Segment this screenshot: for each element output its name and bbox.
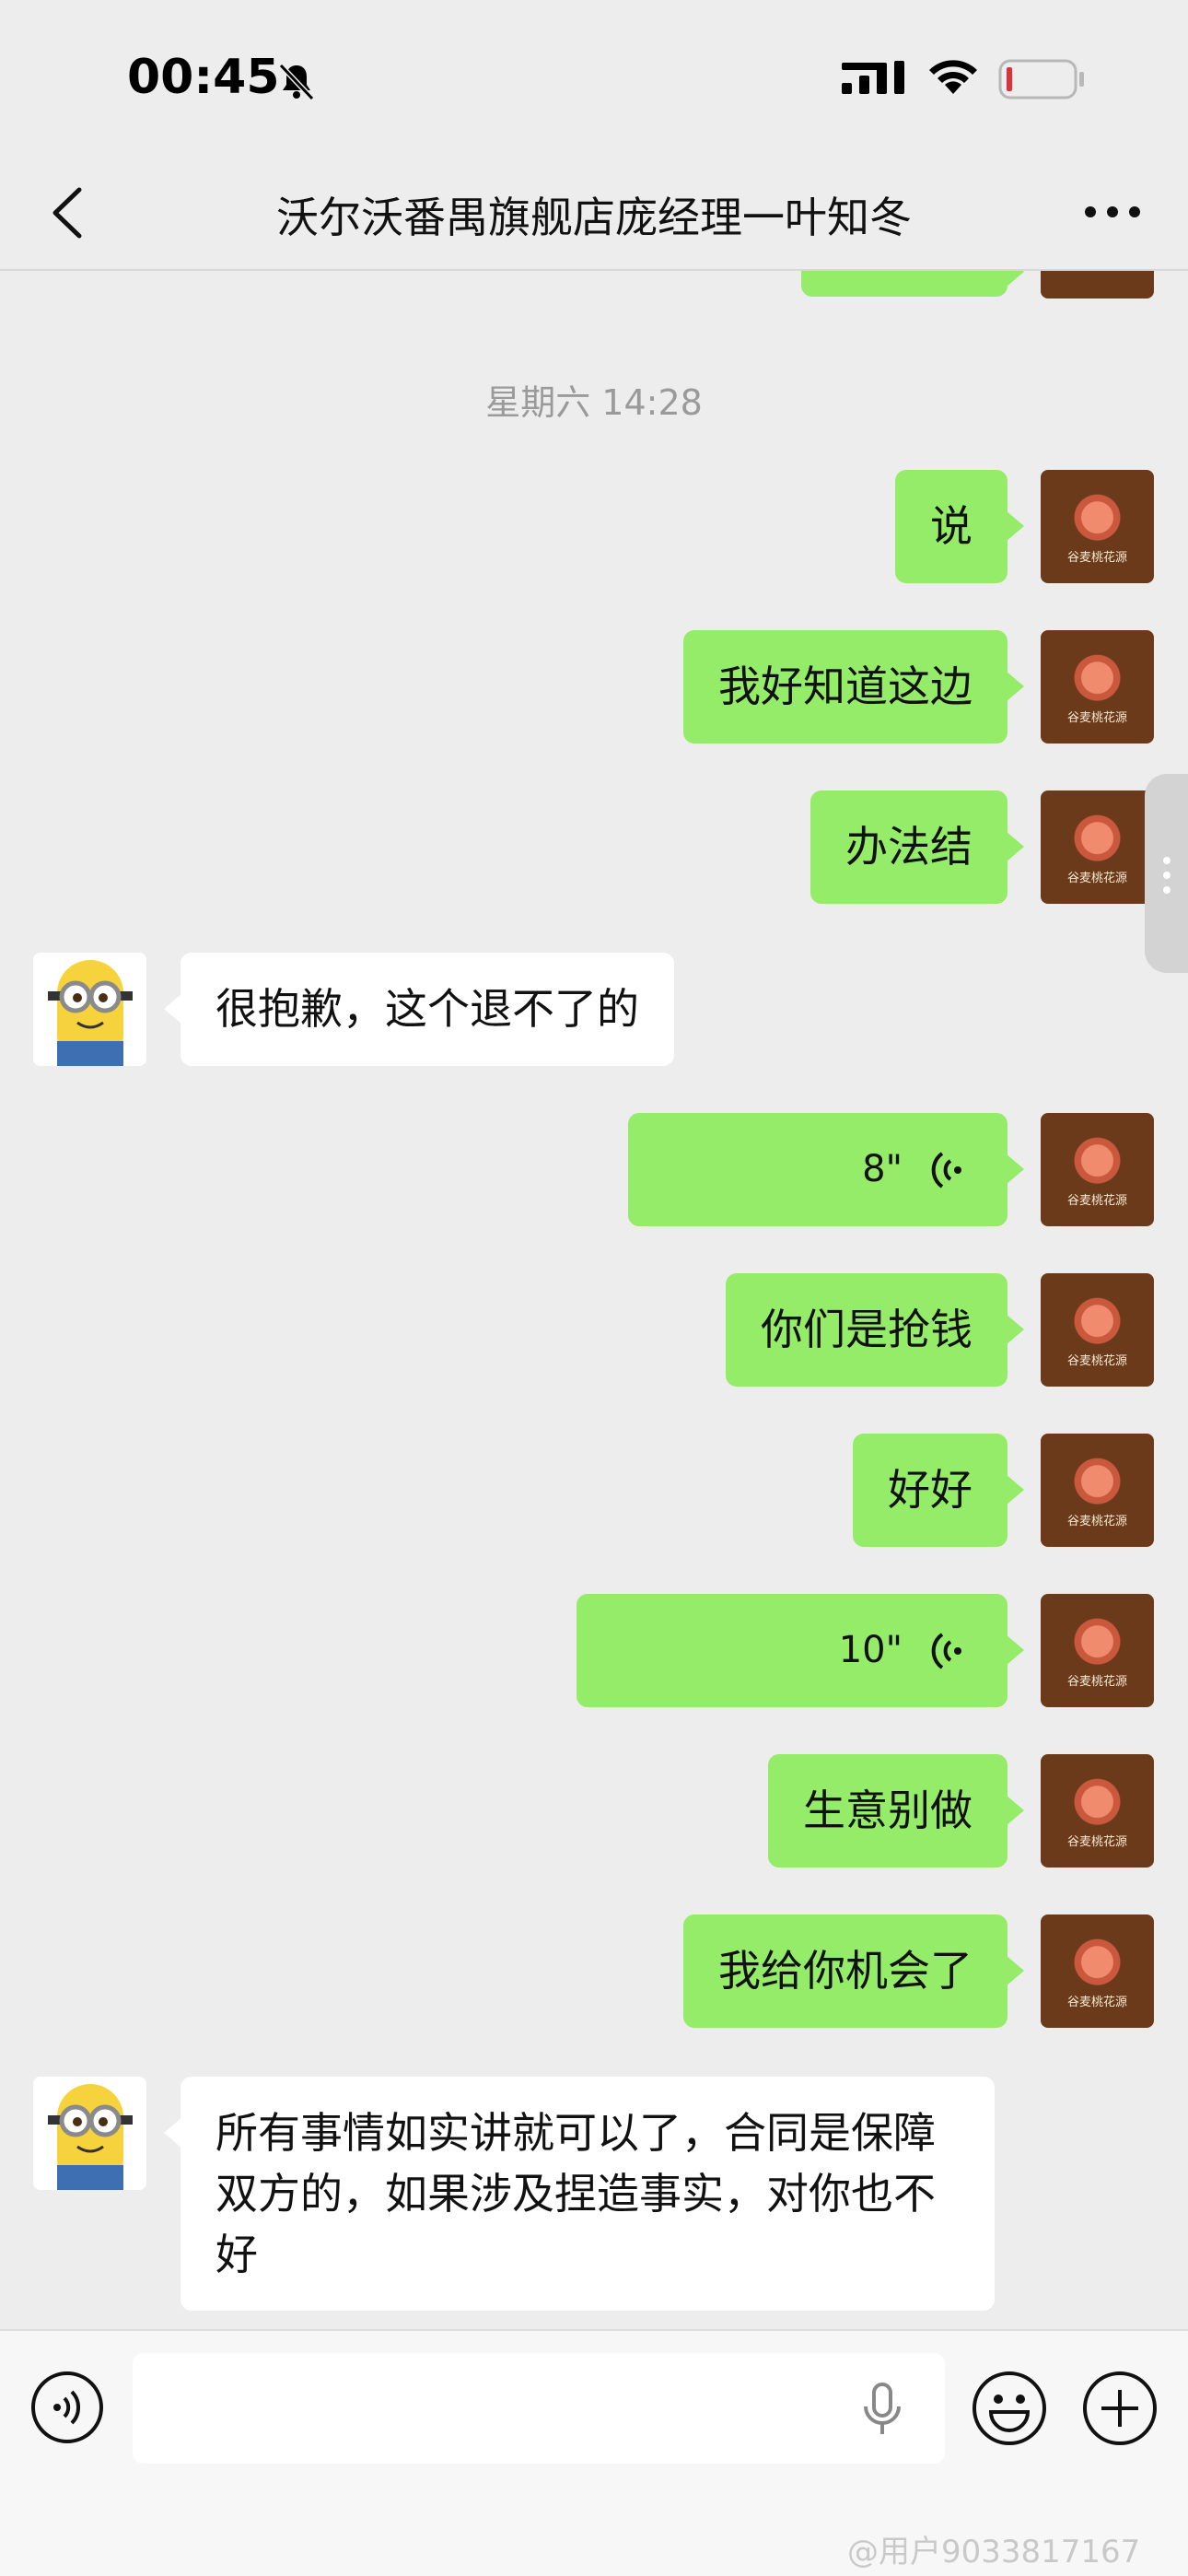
more-dots-icon[interactable] <box>1076 193 1149 230</box>
message-input[interactable] <box>133 2353 945 2464</box>
voice-wave-icon <box>931 1151 961 1188</box>
status-bar: 00:45 <box>0 0 1188 157</box>
voice-mode-icon[interactable] <box>29 2370 105 2445</box>
my-avatar[interactable]: 谷麦桃花源 <box>1041 1273 1154 1387</box>
bell-slash-icon <box>278 63 315 101</box>
message-bubble-sent[interactable]: 好好 <box>853 1434 1024 1547</box>
message-bubble-sent[interactable]: 生意别做 <box>768 1754 1024 1868</box>
message-list[interactable]: 星期六 14:28 说 谷麦桃花源 我好知道这边 谷麦桃花源 办法结 谷麦桃花源… <box>0 271 1188 2329</box>
contact-avatar[interactable] <box>33 953 146 1066</box>
status-time: 00:45 <box>127 50 280 105</box>
chat-header: 沃尔沃番禺旗舰店庞经理一叶知冬 <box>0 157 1188 271</box>
message-timestamp: 星期六 14:28 <box>485 382 703 423</box>
message-bubble-received[interactable]: 所有事情如实讲就可以了，合同是保障双方的，如果涉及捏造事实，对你也不好 <box>164 2077 995 2311</box>
my-avatar[interactable]: 谷麦桃花源 <box>1041 1914 1154 2028</box>
message-bubble-sent[interactable]: 我给你机会了 <box>683 1914 1024 2028</box>
minion-avatar-icon <box>33 953 146 1066</box>
my-avatar[interactable]: 谷麦桃花源 <box>1041 790 1154 904</box>
wifi-icon <box>929 60 977 94</box>
voice-duration: 10" <box>838 1629 903 1671</box>
my-avatar[interactable]: 谷麦桃花源 <box>1041 1594 1154 1707</box>
watermark: @用户9033817167 <box>847 2534 1141 2570</box>
message-bubble-sent[interactable]: 说 <box>895 470 1024 583</box>
battery-low-icon <box>998 59 1084 100</box>
my-avatar[interactable]: 谷麦桃花源 <box>1041 1434 1154 1547</box>
message-bubble-received[interactable]: 很抱歉，这个退不了的 <box>164 953 674 1066</box>
voice-message-bubble[interactable]: 8" <box>628 1113 1024 1226</box>
my-avatar[interactable]: 谷麦桃花源 <box>1041 470 1154 583</box>
plus-circle-icon[interactable] <box>1081 2370 1159 2447</box>
my-avatar[interactable]: 谷麦桃花源 <box>1041 1113 1154 1226</box>
minion-avatar-icon <box>33 2077 146 2190</box>
message-bubble-sent[interactable]: 你们是抢钱 <box>726 1273 1024 1387</box>
cellular-signal-icon <box>842 61 904 94</box>
chat-title: 沃尔沃番禺旗舰店庞经理一叶知冬 <box>276 193 912 242</box>
microphone-icon[interactable] <box>862 2383 903 2436</box>
contact-avatar[interactable] <box>33 2077 146 2190</box>
my-avatar[interactable] <box>1041 271 1154 299</box>
my-avatar[interactable]: 谷麦桃花源 <box>1041 1754 1154 1868</box>
message-bubble-partial <box>801 271 1024 297</box>
voice-wave-icon <box>931 1632 961 1669</box>
voice-message-bubble[interactable]: 10" <box>577 1594 1024 1707</box>
floating-side-tab[interactable] <box>1145 774 1188 973</box>
my-avatar[interactable]: 谷麦桃花源 <box>1041 630 1154 744</box>
voice-duration: 8" <box>862 1148 903 1190</box>
vertical-dots-icon <box>1163 857 1171 894</box>
emoji-icon[interactable] <box>971 2370 1048 2447</box>
message-bubble-sent[interactable]: 办法结 <box>810 790 1024 904</box>
message-bubble-sent[interactable]: 我好知道这边 <box>683 630 1024 744</box>
